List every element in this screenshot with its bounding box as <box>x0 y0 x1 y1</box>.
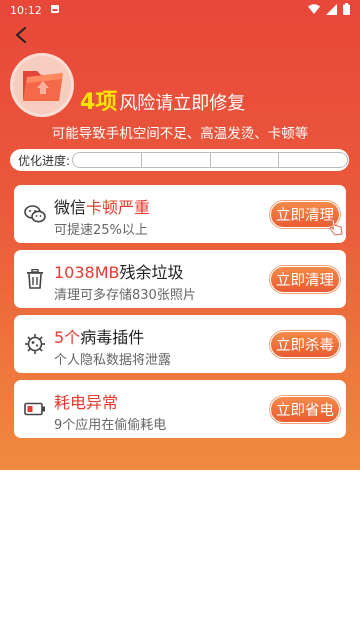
card-title: 1038MB残余垃圾 <box>54 259 184 283</box>
notification-icon <box>50 4 60 17</box>
wifi-icon <box>308 4 320 17</box>
clean-junk-button[interactable]: 立即清理 <box>270 266 340 293</box>
card-title: 5个病毒插件 <box>54 324 144 348</box>
card-virus-plugins: 5个病毒插件 个人隐私数据将泄露 立即杀毒 <box>14 315 346 373</box>
signal-icon <box>326 3 337 18</box>
card-title: 微信卡顿严重 <box>54 194 150 218</box>
card-title-normal: 病毒插件 <box>80 328 145 347</box>
chevron-left-icon <box>16 27 26 43</box>
antivirus-button[interactable]: 立即杀毒 <box>270 331 340 358</box>
card-subtitle: 可提速25%以上 <box>54 223 148 238</box>
trash-icon <box>24 268 46 290</box>
card-junk-files: 1038MB残余垃圾 清理可多存储830张照片 立即清理 <box>14 250 346 308</box>
progress-label: 优化进度: <box>18 153 71 168</box>
card-title-highlight: 1038MB <box>54 263 120 282</box>
battery-status-icon <box>343 3 350 18</box>
status-bar: 10:12 <box>0 0 360 20</box>
card-wechat-lag: 微信卡顿严重 可提速25%以上 立即清理 <box>14 185 346 243</box>
progress-segment <box>73 153 142 167</box>
card-battery-drain: 耗电异常 9个应用在偷偷耗电 立即省电 <box>14 380 346 438</box>
risk-text: 风险请立即修复 <box>119 93 246 114</box>
folder-illustration <box>10 53 74 117</box>
status-time: 10:12 <box>10 3 42 17</box>
back-button[interactable] <box>10 24 32 46</box>
wechat-icon <box>24 203 46 225</box>
progress-segment <box>279 153 347 167</box>
progress-segment <box>142 153 211 167</box>
risk-count: 4项 <box>80 90 118 115</box>
card-subtitle: 9个应用在偷偷耗电 <box>54 418 167 433</box>
folder-icon <box>23 71 63 101</box>
risk-headline: 4项 风险请立即修复 <box>80 84 245 116</box>
card-title: 耗电异常 <box>54 389 118 413</box>
battery-icon <box>24 398 46 420</box>
save-power-button[interactable]: 立即省电 <box>270 396 340 423</box>
card-title-normal: 微信 <box>54 198 87 217</box>
card-subtitle: 个人隐私数据将泄露 <box>54 353 172 368</box>
tap-hand-icon <box>327 218 345 242</box>
card-title-highlight: 5个 <box>54 328 81 347</box>
virus-icon <box>24 333 46 355</box>
card-title-highlight: 耗电异常 <box>54 393 119 412</box>
risk-subtitle: 可能导致手机空间不足、高温发烫、卡顿等 <box>51 126 309 142</box>
progress-segment <box>211 153 280 167</box>
card-title-highlight: 卡顿严重 <box>86 198 151 217</box>
card-title-normal: 残余垃圾 <box>119 263 184 282</box>
card-subtitle: 清理可多存储830张照片 <box>54 288 196 303</box>
optimize-progress: 优化进度: <box>10 149 349 171</box>
progress-track <box>72 152 349 168</box>
